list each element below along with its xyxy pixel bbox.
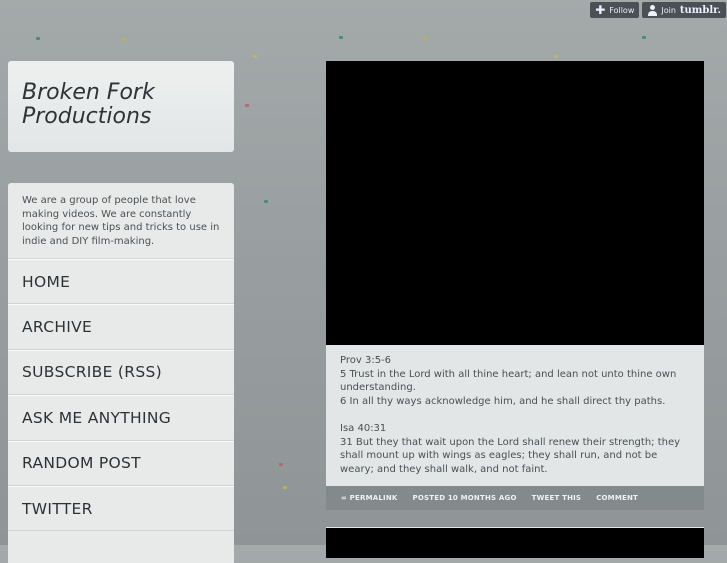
verse-text: 6 In all thy ways acknowledge him, and h… xyxy=(340,395,666,407)
plus-icon: ✚ xyxy=(595,3,606,17)
nav-item-random-post[interactable]: RANDOM POST xyxy=(8,440,234,486)
confetti-dot xyxy=(279,463,283,466)
verse-reference: Isa 40:31 xyxy=(340,422,387,434)
confetti-dot xyxy=(264,200,268,203)
nav-item-archive[interactable]: ARCHIVE xyxy=(8,304,234,350)
tumblr-brand: tumblr. xyxy=(679,4,721,16)
next-post-video[interactable] xyxy=(326,527,704,558)
confetti-dot xyxy=(283,486,287,489)
post-footer: ∞ PERMALINK POSTED 10 MONTHS AGO TWEET T… xyxy=(326,486,704,511)
permalink-link[interactable]: ∞ PERMALINK xyxy=(341,494,398,502)
nav-item-ask-me-anything[interactable]: ASK ME ANYTHING xyxy=(8,395,234,441)
blog-title: Broken Fork Productions xyxy=(22,81,220,129)
confetti-dot xyxy=(554,55,558,58)
verse-reference: Prov 3:5-6 xyxy=(340,355,392,366)
blog-title-line1: Broken Fork xyxy=(22,80,155,105)
follow-button[interactable]: ✚ Follow xyxy=(590,2,640,18)
blog-title-box[interactable]: Broken Fork Productions xyxy=(8,61,234,152)
post: Prov 3:5-6 5 Trust in the Lord with all … xyxy=(326,61,704,511)
sidebar: We are a group of people that love makin… xyxy=(8,183,234,563)
follow-label: Follow xyxy=(609,5,635,15)
tumblr-controls: ✚ Follow Join tumblr. xyxy=(590,2,726,18)
verse-text: 5 Trust in the Lord with all thine heart… xyxy=(340,368,677,394)
blog-title-line2: Productions xyxy=(22,104,152,129)
nav-item-twitter[interactable]: TWITTER xyxy=(8,485,234,532)
confetti-dot xyxy=(36,37,40,40)
posted-date-link[interactable]: POSTED 10 MONTHS AGO xyxy=(413,494,517,502)
confetti-dot xyxy=(339,36,343,39)
confetti-dot xyxy=(423,37,427,40)
nav-item-subscribe-rss[interactable]: SUBSCRIBE (RSS) xyxy=(8,349,234,396)
confetti-dot xyxy=(253,55,257,58)
join-tumblr-button[interactable]: Join tumblr. xyxy=(642,2,726,18)
person-icon xyxy=(647,4,658,16)
video-player[interactable] xyxy=(326,61,704,345)
confetti-dot xyxy=(245,104,249,107)
verse-text: 31 But they that wait upon the Lord shal… xyxy=(340,436,681,475)
comment-link[interactable]: COMMENT xyxy=(596,494,638,502)
blog-description: We are a group of people that love makin… xyxy=(8,183,234,259)
confetti-dot xyxy=(121,38,125,41)
nav-item-home[interactable]: HOME xyxy=(8,259,234,305)
post-caption: Prov 3:5-6 5 Trust in the Lord with all … xyxy=(326,345,704,486)
tweet-this-link[interactable]: TWEET THIS xyxy=(532,494,582,502)
join-label: Join xyxy=(661,5,676,15)
confetti-dot xyxy=(642,36,646,39)
